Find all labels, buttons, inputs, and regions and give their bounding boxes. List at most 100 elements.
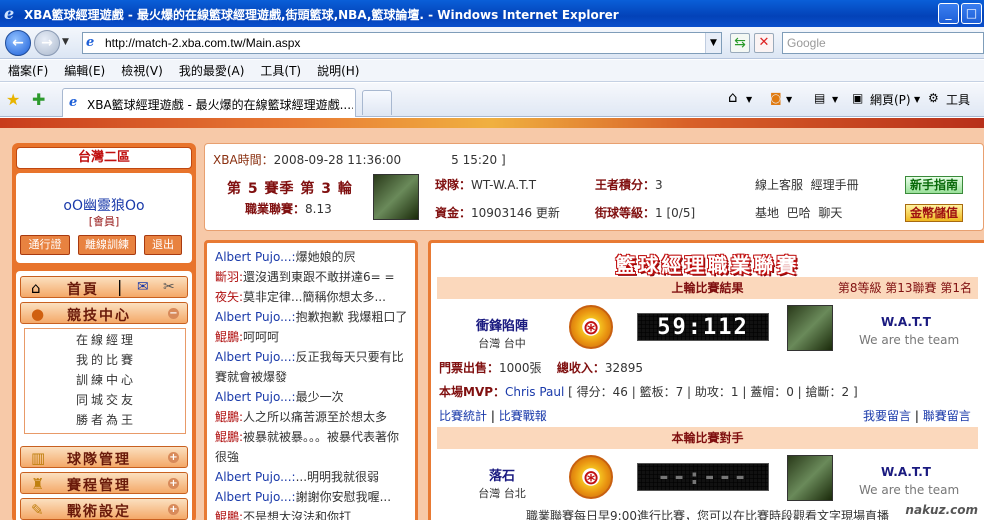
sub-city-friends[interactable]: 同城交友 — [25, 391, 187, 408]
manual-link[interactable]: 經理手冊 — [811, 178, 859, 192]
url-text: http://match-2.xba.com.tw/Main.aspx — [105, 36, 301, 50]
chat-panel: Albert Pujo...:爆她娘的屄 斷羽:還沒遇到東跟不敢拼達6= = 夜… — [204, 240, 418, 520]
address-dropdown-icon[interactable]: ▼ — [705, 33, 721, 53]
back-button[interactable]: ← — [5, 30, 31, 56]
leave-message-link[interactable]: 我要留言 — [863, 409, 911, 423]
search-input[interactable]: Google — [782, 32, 984, 54]
chat-line: Albert Pujo...:爆她娘的屄 — [215, 250, 356, 264]
tab-favicon-icon: e — [69, 95, 78, 110]
next-away-team-name[interactable]: W.A.T.T — [881, 465, 931, 479]
next-score: --:--- — [637, 463, 769, 491]
history-dropdown-icon[interactable]: ▼ — [62, 37, 69, 47]
chat-line: 鯤鵬:被暴就被暴。。。被暴代表著你很強 — [215, 430, 400, 464]
print-icon[interactable]: ▤ — [814, 91, 825, 105]
offline-training-button[interactable]: 離線訓練 — [78, 235, 136, 255]
page-dropdown-icon[interactable]: ▼ — [914, 95, 920, 104]
sub-winner-king[interactable]: 勝者為王 — [25, 411, 187, 428]
web-page: 台灣二區 oO幽靈狼Oo [會員] 通行證 離線訓練 退出 ⌂ 首頁 | ✉ ✂… — [0, 118, 984, 520]
team-icon: ▥ — [31, 449, 46, 467]
menu-favorites[interactable]: 我的最愛(A) — [179, 60, 245, 81]
season-round: 第 5 賽季 第 3 輪 — [227, 181, 353, 197]
gear-icon: ⚙ — [928, 91, 939, 105]
match-report-link[interactable]: 比賽戰報 — [499, 409, 547, 423]
logout-button[interactable]: 退出 — [144, 235, 182, 255]
stop-button[interactable]: ✕ — [754, 33, 774, 53]
tools-icon[interactable]: ✂ — [163, 279, 175, 295]
passport-button[interactable]: 通行證 — [20, 235, 70, 255]
newbie-guide-button[interactable]: 新手指南 — [905, 176, 963, 194]
maximize-button[interactable]: □ — [961, 3, 982, 24]
basketball-icon: ● — [31, 305, 45, 323]
page-favicon-icon: e — [86, 35, 95, 50]
rss-dropdown-icon[interactable]: ▼ — [786, 95, 792, 104]
chat-line: Albert Pujo...:抱歉抱歉 我爆粗口了 — [215, 310, 407, 324]
base-link[interactable]: 基地 — [755, 206, 779, 220]
sub-online-manager[interactable]: 在線經理 — [25, 331, 187, 348]
expand-icon[interactable]: + — [168, 478, 179, 489]
league-title: 籃球經理職業聯賽 — [615, 253, 800, 277]
minimize-button[interactable]: _ — [938, 3, 959, 24]
home-icon[interactable]: ⌂ — [728, 88, 738, 106]
favorites-star-icon[interactable]: ★ — [6, 90, 20, 109]
page-banner — [0, 118, 984, 128]
chat-line: 鯤鵬:人之所以痛苦源至於想太多 — [215, 410, 388, 424]
sub-training[interactable]: 訓練中心 — [25, 371, 187, 388]
rss-icon[interactable]: ◙ — [770, 91, 782, 105]
page-menu[interactable]: 網頁(P) — [870, 91, 911, 108]
home-team-name[interactable]: 衝鋒陷陣 — [457, 315, 547, 334]
sub-my-matches[interactable]: 我的比賽 — [25, 351, 187, 368]
left-panel: 台灣二區 oO幽靈狼Oo [會員] 通行證 離線訓練 退出 ⌂ 首頁 | ✉ ✂… — [12, 143, 196, 520]
server-zone: 台灣二區 — [16, 147, 192, 169]
community-links: 基地 巴哈 聊天 — [755, 204, 842, 221]
refresh-button[interactable]: ⇆ — [730, 33, 750, 53]
league-board-link[interactable]: 聯賽留言 — [923, 409, 971, 423]
address-input[interactable]: e http://match-2.xba.com.tw/Main.aspx ▼ — [82, 32, 722, 54]
next-team-name[interactable]: 落石 — [457, 465, 547, 484]
menu-schedule[interactable]: ♜ 賽程管理 + — [20, 472, 188, 494]
home-team-location: 台灣 台中 — [478, 337, 526, 350]
add-favorite-icon[interactable]: ✚ — [32, 90, 45, 109]
online-service-link[interactable]: 線上客服 — [755, 178, 803, 192]
chat-link[interactable]: 聊天 — [818, 206, 842, 220]
trophy-icon: ♜ — [31, 475, 45, 493]
browser-tab[interactable]: e XBA籃球經理遊戲 - 最火爆的在線籃球經理遊戲.... — [62, 88, 356, 117]
username[interactable]: oO幽靈狼Oo — [16, 195, 192, 215]
last-score: 59:112 — [637, 313, 769, 341]
new-tab-button[interactable] — [362, 90, 392, 115]
print-dropdown-icon[interactable]: ▼ — [832, 95, 838, 104]
tools-command[interactable]: 工具 — [946, 91, 970, 108]
ticket-income-line: 門票出售：1000張 總收入：32895 — [439, 361, 644, 375]
menu-edit[interactable]: 編輯(E) — [64, 60, 105, 81]
mvp-player-link[interactable]: Chris Paul — [505, 385, 564, 399]
menu-home[interactable]: ⌂ 首頁 | ✉ ✂ — [20, 276, 188, 298]
tab-title: XBA籃球經理遊戲 - 最火爆的在線籃球經理遊戲.... — [87, 98, 353, 112]
service-links: 線上客服 經理手冊 — [755, 176, 859, 193]
menu-arena[interactable]: ● 競技中心 − — [20, 302, 188, 324]
expand-icon[interactable]: + — [168, 504, 179, 515]
baha-link[interactable]: 巴哈 — [787, 206, 811, 220]
chat-line: Albert Pujo...:反正我每天只要有比賽就會被爆發 — [215, 350, 404, 384]
home-dropdown-icon[interactable]: ▼ — [746, 95, 752, 104]
mail-icon[interactable]: ✉ — [137, 279, 149, 295]
chat-line: Albert Pujo...:最少一次 — [215, 390, 344, 404]
tab-toolbar: ★ ✚ e XBA籃球經理遊戲 - 最火爆的在線籃球經理遊戲.... ⌂ ▼ ◙… — [0, 83, 984, 117]
menu-file[interactable]: 檔案(F) — [8, 60, 48, 81]
menu-tactics[interactable]: ✎ 戰術設定 + — [20, 498, 188, 520]
menu-help[interactable]: 說明(H) — [317, 60, 359, 81]
next-opponent-bar: 本輪比賽對手 — [437, 427, 978, 449]
menu-view[interactable]: 檢視(V) — [121, 60, 163, 81]
chat-line: Albert Pujo...:謝謝你安慰我喔... — [215, 490, 392, 504]
gold-topup-button[interactable]: 金幣儲值 — [905, 204, 963, 222]
mvp-line: 本場MVP：Chris Paul [ 得分：46 | 籃板：7 | 助攻：1 |… — [439, 385, 858, 399]
collapse-icon[interactable]: − — [168, 308, 179, 319]
forward-button[interactable]: → — [34, 30, 60, 56]
update-link[interactable]: 更新 — [536, 206, 560, 220]
menu-team-management[interactable]: ▥ 球隊管理 + — [20, 446, 188, 468]
address-toolbar: ← → ▼ e http://match-2.xba.com.tw/Main.a… — [0, 27, 984, 59]
match-stats-link[interactable]: 比賽統計 — [439, 409, 487, 423]
away-team-name[interactable]: W.A.T.T — [881, 315, 931, 329]
match-links: 比賽統計 | 比賽戰報 — [439, 409, 547, 423]
menu-tools[interactable]: 工具(T) — [260, 60, 301, 81]
expand-icon[interactable]: + — [168, 452, 179, 463]
next-team-location: 台灣 台北 — [478, 487, 526, 500]
